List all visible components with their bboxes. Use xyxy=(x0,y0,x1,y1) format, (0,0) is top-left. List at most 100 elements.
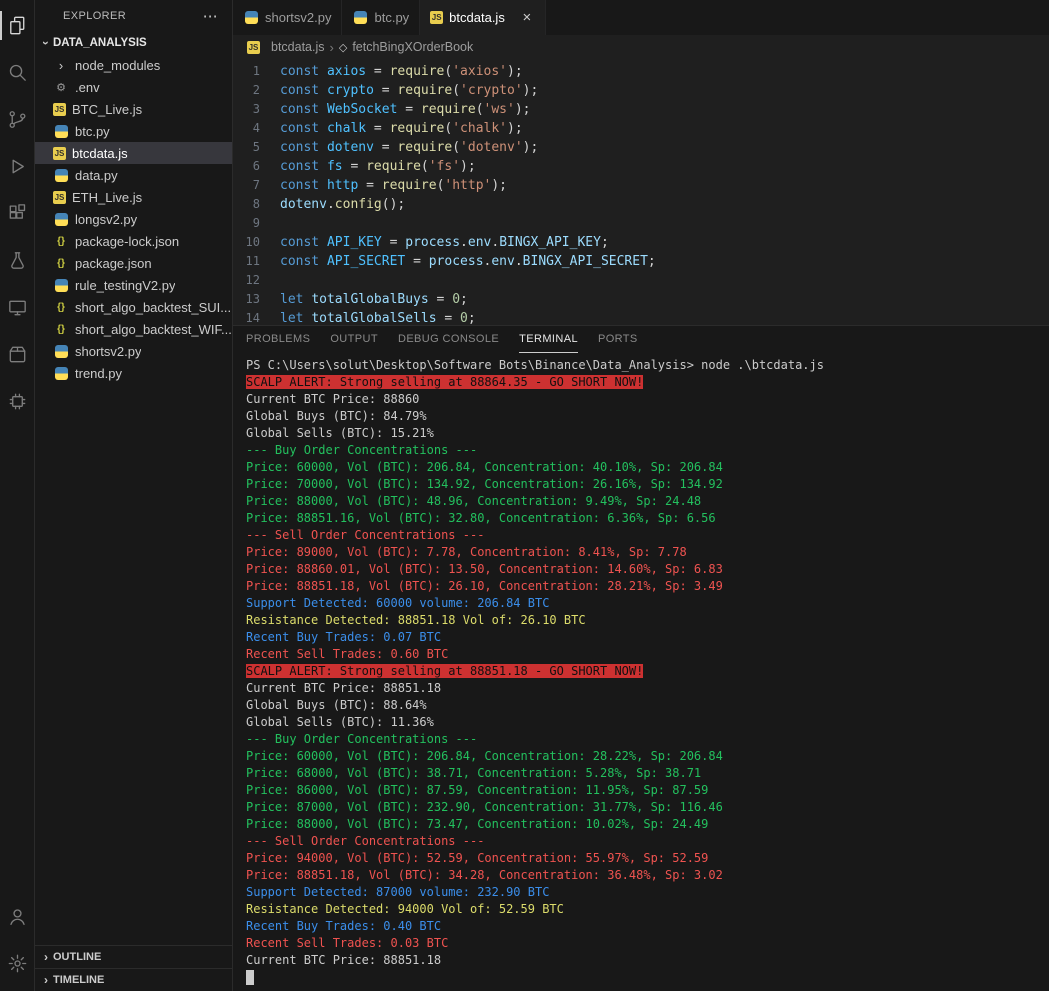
json-file-icon: {} xyxy=(53,299,69,315)
breadcrumb-file-label: btcdata.js xyxy=(271,40,325,54)
close-icon[interactable]: × xyxy=(519,9,535,26)
terminal-line-text: Price: 87000, Vol (BTC): 232.90, Concent… xyxy=(246,800,723,814)
sidebar-section-timeline[interactable]: › TIMELINE xyxy=(35,968,232,991)
breadcrumb-symbol[interactable]: ◇ fetchBingXOrderBook xyxy=(339,40,473,54)
chevron-right-icon: › xyxy=(39,973,53,987)
file-name: package.json xyxy=(75,256,152,271)
terminal-line: Price: 88860.01, Vol (BTC): 13.50, Conce… xyxy=(246,561,1049,578)
terminal-line-text: Price: 86000, Vol (BTC): 87.59, Concentr… xyxy=(246,783,708,797)
file-row[interactable]: ⚙.env xyxy=(35,76,232,98)
containers-icon[interactable] xyxy=(0,331,35,378)
breadcrumb-symbol-label: fetchBingXOrderBook xyxy=(352,40,473,54)
terminal-line: Global Buys (BTC): 88.64% xyxy=(246,697,1049,714)
js-file-icon: JS xyxy=(247,41,260,54)
code-text: const WebSocket = require('ws'); xyxy=(280,100,531,119)
tab-btc.py[interactable]: btc.py xyxy=(342,0,420,35)
code-text: const http = require('http'); xyxy=(280,176,507,195)
js-file-icon: JS xyxy=(53,103,66,116)
terminal-line: Resistance Detected: 94000 Vol of: 52.59… xyxy=(246,901,1049,918)
terminal-line: Current BTC Price: 88851.18 xyxy=(246,952,1049,969)
code-text: const API_SECRET = process.env.BINGX_API… xyxy=(280,252,656,271)
explorer-icon[interactable] xyxy=(0,2,35,49)
breadcrumb-file[interactable]: JS btcdata.js xyxy=(247,40,325,54)
terminal-line-text: Price: 88851.18, Vol (BTC): 26.10, Conce… xyxy=(246,579,723,593)
python-file-icon xyxy=(352,10,368,26)
search-icon[interactable] xyxy=(0,49,35,96)
panel-tab-ports[interactable]: PORTS xyxy=(598,326,638,353)
file-row[interactable]: {} package.json xyxy=(35,252,232,274)
terminal-line: PS C:\Users\solut\Desktop\Software Bots\… xyxy=(246,357,1049,374)
terminal-output[interactable]: PS C:\Users\solut\Desktop\Software Bots\… xyxy=(233,353,1049,991)
js-file-icon: JS xyxy=(430,11,443,24)
more-actions-icon[interactable]: ⋯ xyxy=(203,7,218,25)
js-file-icon: JS xyxy=(53,147,66,160)
file-row[interactable]: JS btcdata.js xyxy=(35,142,232,164)
chevron-down-icon: › xyxy=(39,36,53,50)
source-control-icon[interactable] xyxy=(0,96,35,143)
file-row[interactable]: {}short_algo_backtest_WIF... xyxy=(35,318,232,340)
file-row[interactable]: data.py xyxy=(35,164,232,186)
code-text: const axios = require('axios'); xyxy=(280,62,523,81)
file-row[interactable]: rule_testingV2.py xyxy=(35,274,232,296)
file-row[interactable]: longsv2.py xyxy=(35,208,232,230)
line-number: 13 xyxy=(233,290,280,309)
terminal-line-text: Price: 88000, Vol (BTC): 73.47, Concentr… xyxy=(246,817,708,831)
file-row[interactable]: {}package-lock.json xyxy=(35,230,232,252)
run-and-debug-icon[interactable] xyxy=(0,143,35,190)
tab-btcdata.js[interactable]: JSbtcdata.js× xyxy=(420,0,546,35)
editor[interactable]: 1const axios = require('axios');2const c… xyxy=(233,59,1049,325)
terminal-line-text: --- Buy Order Concentrations --- xyxy=(246,732,477,746)
file-row[interactable]: {}short_algo_backtest_SUI... xyxy=(35,296,232,318)
addons-icon[interactable] xyxy=(0,378,35,425)
explorer-header: EXPLORER ⋯ xyxy=(35,0,232,32)
explorer-sidebar: EXPLORER ⋯ › DATA_ANALYSIS ›node_modules… xyxy=(35,0,233,991)
testing-icon[interactable] xyxy=(0,237,35,284)
code-text: const fs = require('fs'); xyxy=(280,157,476,176)
bottom-panel: PROBLEMS OUTPUT DEBUG CONSOLE TERMINAL PORTS… xyxy=(233,325,1049,991)
code-text: const crypto = require('crypto'); xyxy=(280,81,538,100)
explorer-title: EXPLORER xyxy=(63,10,126,22)
sidebar-section-outline[interactable]: › OUTLINE xyxy=(35,945,232,968)
remote-explorer-icon[interactable] xyxy=(0,284,35,331)
file-row[interactable]: btc.py xyxy=(35,120,232,142)
code-text: let totalGlobalBuys = 0; xyxy=(280,290,468,309)
file-row[interactable]: JSBTC_Live.js xyxy=(35,98,232,120)
panel-tab-debug-console[interactable]: DEBUG CONSOLE xyxy=(398,326,499,353)
tab-label: shortsv2.py xyxy=(265,10,331,25)
terminal-line-text: Price: 60000, Vol (BTC): 206.84, Concent… xyxy=(246,460,723,474)
line-number: 10 xyxy=(233,233,280,252)
terminal-line-text: Recent Sell Trades: 0.60 BTC xyxy=(246,647,448,661)
file-row[interactable]: shortsv2.py xyxy=(35,340,232,362)
terminal-line-text: SCALP ALERT: Strong selling at 88851.18 … xyxy=(246,664,643,678)
activity-bar-bottom xyxy=(0,893,34,987)
terminal-line: Recent Sell Trades: 0.03 BTC xyxy=(246,935,1049,952)
tab-label: btc.py xyxy=(374,10,409,25)
tab-shortsv2.py[interactable]: shortsv2.py xyxy=(233,0,342,35)
account-icon[interactable] xyxy=(0,893,35,940)
settings-icon[interactable] xyxy=(0,940,35,987)
timeline-label: TIMELINE xyxy=(53,974,104,986)
terminal-line: Global Buys (BTC): 84.79% xyxy=(246,408,1049,425)
panel-tab-terminal[interactable]: TERMINAL xyxy=(519,326,578,353)
editor-code: 1const axios = require('axios');2const c… xyxy=(233,62,1049,325)
file-name: btcdata.js xyxy=(72,146,128,161)
line-number: 9 xyxy=(233,214,280,233)
file-name: data.py xyxy=(75,168,118,183)
python-file-icon xyxy=(53,167,69,183)
file-row[interactable]: ›node_modules xyxy=(35,54,232,76)
panel-tab-problems[interactable]: PROBLEMS xyxy=(246,326,310,353)
code-line: 12 xyxy=(233,271,1049,290)
panel-tab-output[interactable]: OUTPUT xyxy=(330,326,378,353)
extensions-icon[interactable] xyxy=(0,190,35,237)
file-row[interactable]: trend.py xyxy=(35,362,232,384)
terminal-line: Current BTC Price: 88860 xyxy=(246,391,1049,408)
file-name: shortsv2.py xyxy=(75,344,141,359)
terminal-line-text: Current BTC Price: 88851.18 xyxy=(246,681,441,695)
workspace-root-folder[interactable]: › DATA_ANALYSIS xyxy=(35,32,232,54)
json-file-icon: {} xyxy=(53,255,69,271)
file-row[interactable]: JSETH_Live.js xyxy=(35,186,232,208)
terminal-line: Price: 87000, Vol (BTC): 232.90, Concent… xyxy=(246,799,1049,816)
terminal-line-text: Price: 88860.01, Vol (BTC): 13.50, Conce… xyxy=(246,562,723,576)
terminal-line: Support Detected: 60000 volume: 206.84 B… xyxy=(246,595,1049,612)
panel-tabs: PROBLEMS OUTPUT DEBUG CONSOLE TERMINAL PORTS xyxy=(233,326,1049,353)
